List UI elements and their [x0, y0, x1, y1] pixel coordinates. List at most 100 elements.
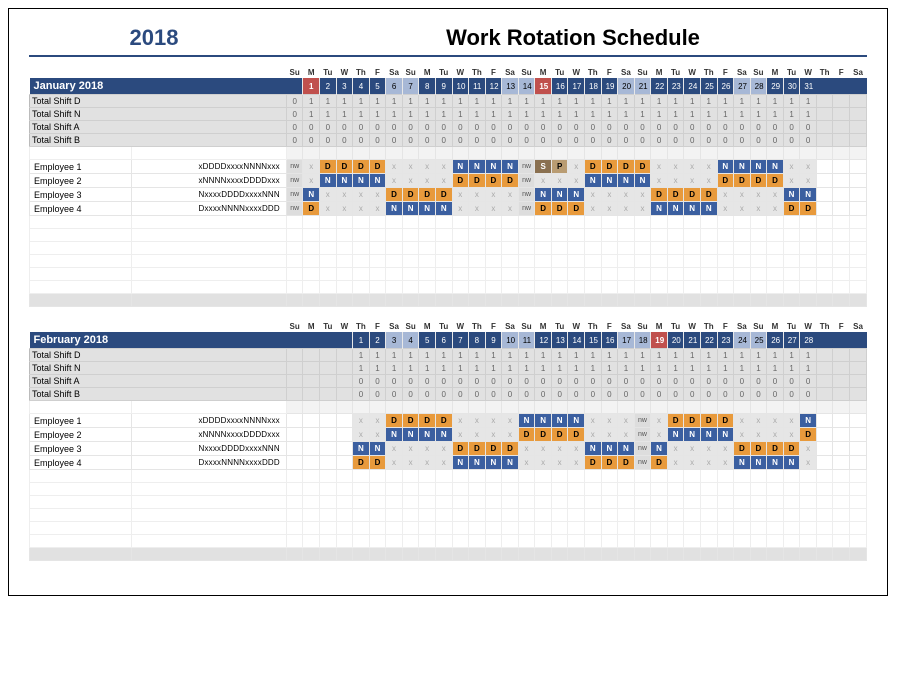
totals-cell: 1 — [585, 95, 602, 108]
totals-cell: 0 — [286, 134, 303, 147]
dow-label: Sa — [618, 321, 635, 332]
shift-cell: N — [551, 414, 568, 428]
dow-label: Sa — [386, 67, 403, 78]
dow-label: Tu — [783, 321, 800, 332]
day-number: 19 — [651, 332, 668, 349]
shift-cell: nw — [518, 174, 535, 188]
totals-cell: 1 — [336, 108, 353, 121]
employee-name: Employee 1 — [30, 160, 132, 174]
totals-cell: 1 — [684, 95, 701, 108]
totals-cell: 1 — [518, 362, 535, 375]
totals-cell: 1 — [435, 95, 452, 108]
totals-cell: 1 — [452, 349, 469, 362]
shift-cell: x — [651, 414, 668, 428]
shift-cell: x — [452, 428, 469, 442]
shift-cell: x — [336, 188, 353, 202]
totals-cell: 1 — [634, 349, 651, 362]
dow-label: Th — [353, 321, 370, 332]
employee-row: Employee 1xDDDDxxxxNNNNxxxnwxDDDDxxxxNNN… — [30, 160, 867, 174]
totals-cell: 0 — [783, 375, 800, 388]
totals-cell: 0 — [667, 388, 684, 401]
totals-cell: 1 — [700, 95, 717, 108]
shift-cell: nw — [518, 160, 535, 174]
totals-cell: 0 — [568, 388, 585, 401]
totals-cell: 1 — [717, 108, 734, 121]
dow-label: Sa — [850, 67, 867, 78]
day-number: 2 — [369, 332, 386, 349]
shift-cell — [833, 202, 850, 216]
totals-cell: 1 — [353, 362, 370, 375]
day-number: 14 — [518, 78, 535, 95]
day-number: 24 — [734, 332, 751, 349]
totals-cell: 0 — [469, 375, 486, 388]
shift-cell: x — [518, 442, 535, 456]
totals-cell — [303, 375, 320, 388]
shift-cell: x — [684, 442, 701, 456]
shift-cell: N — [518, 414, 535, 428]
spacer-row — [30, 401, 867, 414]
totals-cell: 0 — [750, 134, 767, 147]
dow-label: Sa — [502, 67, 519, 78]
totals-cell: 1 — [684, 108, 701, 121]
shift-cell: D — [700, 188, 717, 202]
month-block: SuMTuWThFSaSuMTuWThFSaSuMTuWThFSaSuMTuWT… — [29, 321, 867, 561]
shift-cell: D — [717, 174, 734, 188]
totals-cell: 0 — [353, 375, 370, 388]
shift-cell: D — [618, 160, 635, 174]
shift-cell: nw — [286, 160, 303, 174]
shift-cell: D — [551, 428, 568, 442]
shift-cell: x — [386, 160, 403, 174]
shift-cell: x — [618, 414, 635, 428]
shift-cell: D — [700, 414, 717, 428]
shift-cell: N — [502, 160, 519, 174]
shift-cell: x — [684, 160, 701, 174]
totals-cell: 0 — [452, 121, 469, 134]
shift-cell — [850, 456, 867, 470]
totals-cell: 1 — [469, 349, 486, 362]
totals-cell: 1 — [767, 362, 784, 375]
shift-cell: D — [568, 428, 585, 442]
shift-cell: x — [767, 202, 784, 216]
totals-cell: 1 — [618, 349, 635, 362]
shift-cell: D — [303, 202, 320, 216]
shift-cell: x — [585, 188, 602, 202]
totals-cell: 0 — [734, 388, 751, 401]
totals-cell: 1 — [535, 108, 552, 121]
day-number: 9 — [485, 332, 502, 349]
totals-cell: 1 — [750, 349, 767, 362]
shift-cell: x — [419, 442, 436, 456]
totals-cell: 0 — [734, 134, 751, 147]
employee-row: Employee 2xNNNNxxxxDDDDxxxxxNNNNxxxxDDDD… — [30, 428, 867, 442]
blank-row — [30, 483, 867, 496]
shift-cell — [320, 442, 337, 456]
totals-cell: 0 — [585, 388, 602, 401]
totals-cell: 0 — [435, 388, 452, 401]
shift-cell: D — [667, 414, 684, 428]
totals-cell — [320, 362, 337, 375]
shift-cell: nw — [518, 202, 535, 216]
shift-cell — [816, 442, 833, 456]
shift-cell: x — [783, 414, 800, 428]
totals-cell: 1 — [568, 362, 585, 375]
totals-cell: 1 — [585, 349, 602, 362]
day-number: 7 — [452, 332, 469, 349]
shift-cell: x — [767, 188, 784, 202]
totals-cell: 0 — [667, 375, 684, 388]
totals-cell — [850, 388, 867, 401]
shift-cell: nw — [634, 442, 651, 456]
totals-cell — [850, 108, 867, 121]
shift-cell: D — [535, 428, 552, 442]
totals-cell: 0 — [518, 375, 535, 388]
day-number: 26 — [717, 78, 734, 95]
day-number: 18 — [585, 78, 602, 95]
day-number: 4 — [353, 78, 370, 95]
shift-cell: N — [568, 414, 585, 428]
totals-cell: 0 — [535, 375, 552, 388]
shift-cell: x — [800, 160, 817, 174]
shift-cell: x — [717, 456, 734, 470]
totals-cell: 1 — [435, 108, 452, 121]
shift-cell: x — [651, 428, 668, 442]
shift-cell: nw — [286, 202, 303, 216]
shift-cell: D — [386, 414, 403, 428]
totals-cell: 1 — [535, 362, 552, 375]
